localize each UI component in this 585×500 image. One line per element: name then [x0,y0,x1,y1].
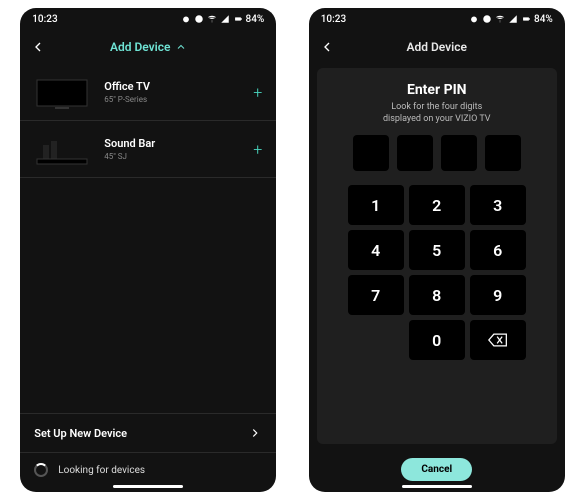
pin-digit-box [485,135,521,171]
chevron-right-icon [248,426,262,440]
status-time: 10:23 [32,14,57,25]
key-6[interactable]: 6 [470,230,526,270]
home-indicator[interactable] [402,485,472,488]
battery-icon [233,14,243,24]
battery-percent: 84% [246,14,265,25]
device-name: Office TV [104,80,239,93]
header-title: Add Device [406,40,467,54]
status-bar: 10:23 84% [20,8,276,30]
wifi-icon [495,14,505,24]
setup-new-device-button[interactable]: Set Up New Device [20,413,276,453]
device-name: Sound Bar [104,137,239,150]
backspace-icon [488,333,508,347]
key-backspace[interactable] [470,320,526,360]
pin-digit-box [441,135,477,171]
pin-panel: Enter PIN Look for the four digits displ… [317,68,557,444]
battery-icon [521,14,531,24]
header: Add Device [20,30,276,64]
soundbar-icon [34,131,90,167]
looking-label: Looking for devices [58,465,145,476]
setup-label: Set Up New Device [34,427,127,440]
key-8[interactable]: 8 [409,275,465,315]
key-0[interactable]: 0 [409,320,465,360]
key-2[interactable]: 2 [409,185,465,225]
status-time: 10:23 [321,14,346,25]
wifi-icon [207,14,217,24]
header-title-label: Add Device [110,40,171,54]
spinner-icon [34,463,48,477]
screen-device-list: 10:23 84% Add Device Office TV 65" P-Ser… [20,8,276,492]
add-device-plus-icon[interactable]: + [253,140,262,159]
cancel-row: Cancel [309,452,565,483]
alarm-icon [469,14,479,24]
key-1[interactable]: 1 [348,185,404,225]
pin-digit-box [397,135,433,171]
header: Add Device [309,30,565,64]
chevron-up-icon [175,41,187,53]
status-right-cluster: 84% [469,14,553,25]
pin-content: Enter PIN Look for the four digits displ… [309,64,565,492]
dnd-icon [482,14,492,24]
key-3[interactable]: 3 [470,185,526,225]
signal-icon [508,14,518,24]
add-device-plus-icon[interactable]: + [253,83,262,102]
tv-icon [34,74,90,110]
pin-subtitle: Look for the four digits displayed on yo… [383,102,491,125]
screen-enter-pin: 10:23 84% Add Device Enter PIN Look for … [309,8,565,492]
key-9[interactable]: 9 [470,275,526,315]
header-title[interactable]: Add Device [110,40,187,54]
device-row[interactable]: Sound Bar 45" SJ + [20,121,276,178]
cancel-button[interactable]: Cancel [401,458,472,481]
signal-icon [220,14,230,24]
key-7[interactable]: 7 [348,275,404,315]
device-row[interactable]: Office TV 65" P-Series + [20,64,276,121]
device-list-content: Office TV 65" P-Series + Sound Bar 45" S… [20,64,276,492]
chevron-left-icon [30,39,46,55]
status-right-cluster: 84% [181,14,265,25]
key-4[interactable]: 4 [348,230,404,270]
pin-boxes [353,135,521,171]
looking-status: Looking for devices [20,453,276,483]
dnd-icon [194,14,204,24]
pin-digit-box [353,135,389,171]
pin-title: Enter PIN [407,82,467,98]
alarm-icon [181,14,191,24]
battery-percent: 84% [534,14,553,25]
device-info: Office TV 65" P-Series [104,80,239,104]
home-indicator[interactable] [113,485,183,488]
back-button[interactable] [30,39,46,55]
device-info: Sound Bar 45" SJ [104,137,239,161]
back-button[interactable] [319,39,335,55]
chevron-left-icon [319,39,335,55]
key-5[interactable]: 5 [409,230,465,270]
status-bar: 10:23 84% [309,8,565,30]
keypad: 1 2 3 4 5 6 7 8 9 0 [348,185,526,360]
device-subtitle: 45" SJ [104,152,239,161]
device-subtitle: 65" P-Series [104,95,239,104]
